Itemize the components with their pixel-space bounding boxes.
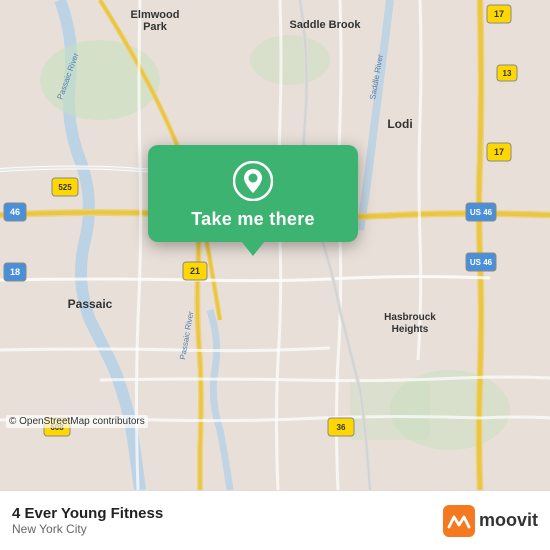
popup-card: Take me there — [148, 145, 358, 242]
take-me-there-button[interactable]: Take me there — [191, 209, 315, 230]
svg-text:US 46: US 46 — [470, 208, 493, 217]
svg-text:Saddle Brook: Saddle Brook — [290, 19, 362, 31]
svg-text:525: 525 — [58, 183, 72, 192]
svg-text:36: 36 — [337, 423, 346, 432]
svg-text:Park: Park — [143, 21, 168, 33]
location-info: 4 Ever Young Fitness New York City — [12, 505, 163, 536]
location-subtitle: New York City — [12, 522, 163, 536]
svg-text:US 46: US 46 — [470, 258, 493, 267]
map-attribution: © OpenStreetMap contributors — [6, 415, 148, 428]
svg-text:21: 21 — [190, 266, 200, 276]
location-pin-icon — [233, 161, 273, 201]
svg-text:13: 13 — [503, 69, 512, 78]
svg-text:Heights: Heights — [392, 324, 429, 335]
moovit-icon — [443, 505, 475, 537]
svg-text:Hasbrouck: Hasbrouck — [384, 312, 436, 323]
svg-text:Lodi: Lodi — [387, 117, 412, 131]
svg-text:Elmwood: Elmwood — [131, 9, 180, 21]
svg-text:18: 18 — [10, 267, 20, 277]
svg-text:17: 17 — [494, 147, 504, 157]
map-container: 17 13 17 US 46 US 46 21 525 46 18 608 36 — [0, 0, 550, 490]
moovit-logo: moovit — [443, 505, 538, 537]
svg-text:17: 17 — [494, 9, 504, 19]
svg-text:46: 46 — [10, 207, 20, 217]
location-title: 4 Ever Young Fitness — [12, 505, 163, 522]
svg-text:Passaic: Passaic — [68, 297, 113, 311]
moovit-text: moovit — [479, 510, 538, 531]
info-bar: 4 Ever Young Fitness New York City moovi… — [0, 490, 550, 550]
